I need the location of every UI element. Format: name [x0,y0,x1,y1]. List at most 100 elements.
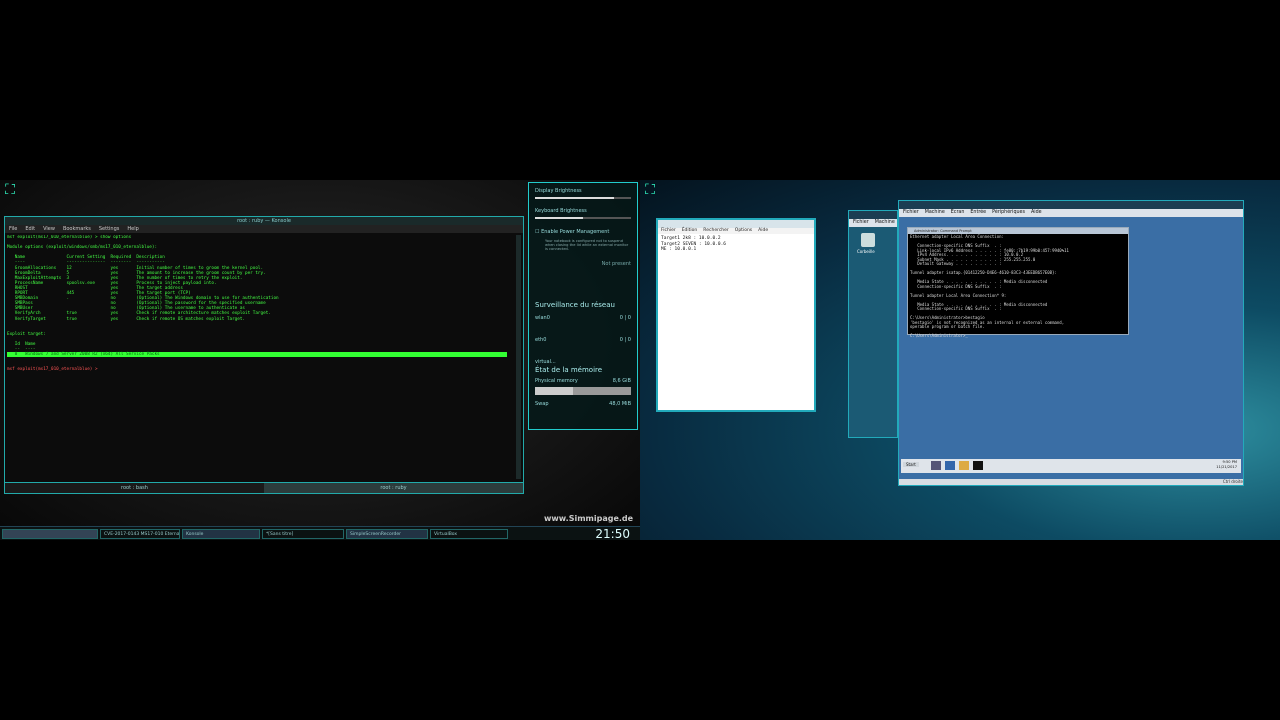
physical-memory-bar [535,387,631,395]
power-note: Your notebook is configured not to suspe… [545,239,629,252]
menu-edit[interactable]: Edit [25,225,35,233]
interface-value: 0 | 0 [619,315,631,321]
physical-memory-label: Physical memory [535,378,578,384]
vbox-small-titlebar[interactable] [849,211,897,219]
taskbar: CVE-2017-0143 MS17-010 Eternal... Konsol… [0,526,640,540]
menu-bookmarks[interactable]: Bookmarks [63,225,91,233]
physical-memory-value: 8,6 GiB [612,378,631,384]
msf-prompt: msf exploit(ms17_010_eternalblue) > [7,367,101,373]
terminal-scrollbar[interactable] [516,235,521,479]
virtualbox-window-main[interactable]: Fichier Machine Écran Entrée Périphériqu… [898,200,1244,486]
watermark: www.Simmipage.de [544,514,634,523]
host-key-label: Ctrl droite [1222,479,1243,484]
display-brightness-slider[interactable] [535,197,631,199]
swap-label: Swap [535,401,549,407]
clock[interactable]: 21:50 [595,527,630,540]
text-line: Target1 2k8 : 10.0.0.2 [661,236,721,241]
cmd-line: Connection-specific DNS Suffix . : [910,283,1002,289]
cmd-output[interactable]: Ethernet adapter Local Area Connection: … [908,234,1128,340]
task-recorder[interactable]: SimpleScreenRecorder [346,529,428,539]
menu-edition[interactable]: Édition [682,228,698,234]
swap-value: 48,0 MiB [609,401,631,407]
menu-aide[interactable]: Aide [1031,209,1042,217]
guest-taskbar: Start 9:50 PM 11/21/2017 [901,459,1241,473]
text-line: ME : 10.0.0.1 [661,247,697,252]
task-editor[interactable]: *[Sans titre] [262,529,344,539]
power-mgmt-checkbox[interactable]: ☐ Enable Power Management [535,229,631,235]
task-konsole[interactable]: Konsole [182,529,260,539]
menu-view[interactable]: View [43,225,55,233]
menu-fichier[interactable]: Fichier [853,219,869,227]
cmd-line: C:\Users\Administrator>_ [910,333,968,338]
left-desktop: ⛶ root : ruby — Konsole File Edit View B… [0,180,640,540]
display-brightness-label: Display Brightness [535,188,582,194]
menu-machine[interactable]: Machine [925,209,945,217]
powershell-icon[interactable] [945,461,955,470]
network-monitor-widget: Surveillance du réseau wlan0 0 | 0 eth0 0 … [535,301,631,365]
cmd-line: Default Gateway . . . . . . . . . : [910,261,1002,266]
interface-name: wlan0 [535,315,550,321]
terminal-line: msf exploit(ms17_010_eternalblue) > show… [7,235,132,240]
guest-clock[interactable]: 9:50 PM 11/21/2017 [1216,460,1237,469]
corner-bracket-icon: ⛶ [645,182,655,198]
explorer-icon[interactable] [959,461,969,470]
menu-machine[interactable]: Machine [875,219,895,227]
menu-help[interactable]: Help [127,225,138,233]
konsole-menubar: File Edit View Bookmarks Settings Help [5,225,523,233]
task-virtualbox[interactable]: VirtualBox [430,529,508,539]
power-mgmt-label: Enable Power Management [541,229,610,235]
menu-fichier[interactable]: Fichier [661,228,676,234]
menu-fichier[interactable]: Fichier [903,209,919,217]
guest-time: 9:50 PM [1222,460,1237,464]
tab-bash[interactable]: root : bash [5,483,264,493]
menu-ecran[interactable]: Écran [951,209,965,217]
tab-ruby[interactable]: root : ruby [264,483,523,493]
keyboard-brightness-slider[interactable] [535,217,631,219]
terminal-output[interactable]: msf exploit(ms17_010_eternalblue) > show… [7,235,513,479]
task-browser[interactable]: CVE-2017-0143 MS17-010 Eternal... [100,529,180,539]
highlighted-target-line: 0 Windows 7 and Server 2008 R2 (x64) All… [7,352,507,358]
start-button[interactable]: Start [903,462,919,467]
konsole-titlebar[interactable]: root : ruby — Konsole [5,217,523,225]
menu-entree[interactable]: Entrée [970,209,986,217]
memory-widget-title: État de la mémoire [535,366,603,374]
interface-name: virtual... [535,359,556,365]
cmd-line: Connection-specific DNS Suffix . : [910,306,1002,311]
cmd-line: Tunnel adapter isatap.{01412250-D4E6-461… [910,270,1057,275]
notepad-text[interactable]: Target1 2k8 : 10.0.0.2 Target2 SEVEN : 1… [658,234,814,255]
menu-options[interactable]: Options [735,228,752,234]
virtualbox-window-small[interactable]: Fichier Machine Corbeille [848,210,898,438]
network-row: wlan0 0 | 0 [535,315,631,321]
terminal-line: Module options (exploit/windows/smb/ms17… [7,245,158,251]
server-manager-icon[interactable] [931,461,941,470]
system-applet-panel: Display Brightness Keyboard Brightness ☐… [528,182,638,430]
vbox-main-menubar: Fichier Machine Écran Entrée Périphériqu… [899,209,1243,217]
vbox-main-titlebar[interactable] [899,201,1243,209]
menu-peripheriques[interactable]: Périphériques [992,209,1025,217]
cmd-line: Ethernet adapter Local Area Connection: [910,234,1004,239]
pager[interactable] [2,529,98,539]
keyboard-brightness-label: Keyboard Brightness [535,208,587,214]
memory-widget: État de la mémoire Physical memory 8,6 Gi… [535,366,631,407]
notepad-titlebar[interactable] [658,220,814,228]
display-brightness-row: Display Brightness [535,188,631,199]
command-prompt-window[interactable]: Administrator: Command Prompt Ethernet a… [907,227,1129,338]
cmd-line: Tunnel adapter Local Area Connection* 9: [910,292,1007,298]
keyboard-brightness-row: Keyboard Brightness [535,208,631,219]
menu-settings[interactable]: Settings [99,225,120,233]
menu-file[interactable]: File [9,225,17,233]
physical-memory-row: Physical memory 8,6 GiB [535,378,631,384]
recycle-bin-icon[interactable] [861,233,875,247]
recycle-bin-label: Corbeille [857,249,875,254]
vbox-statusbar: Ctrl droite [899,479,1243,485]
menu-rechercher[interactable]: Rechercher [703,228,728,234]
battery-status: Not present [601,261,631,267]
vbox-small-menubar: Fichier Machine [849,219,897,227]
interface-value: 0 | 0 [619,337,631,343]
konsole-window[interactable]: root : ruby — Konsole File Edit View Boo… [4,216,524,494]
cmd-icon[interactable] [973,461,983,470]
notepad-window[interactable]: Fichier Édition Rechercher Options Aide … [656,218,816,412]
guest-date: 11/21/2017 [1216,464,1237,469]
cmd-line: operable program or batch file. [910,324,985,329]
menu-aide[interactable]: Aide [758,228,768,234]
